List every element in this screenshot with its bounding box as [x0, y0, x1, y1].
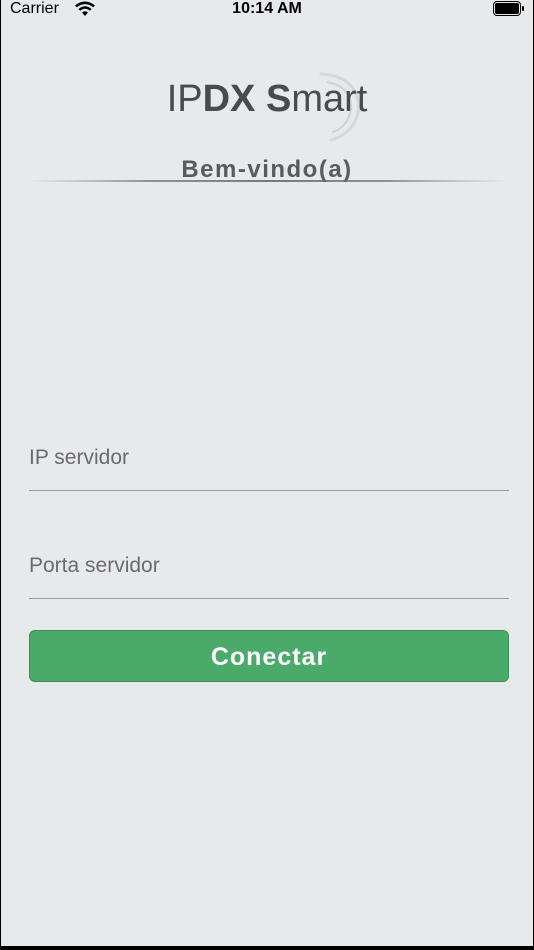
connect-button[interactable]: Conectar [29, 630, 509, 682]
logo-part-dx: DX [202, 78, 256, 120]
welcome-divider [29, 180, 507, 182]
logo-part-ip: IP [166, 78, 203, 120]
logo-wordmark: IPDX Smart [167, 78, 368, 120]
logo-part-s: S [265, 78, 292, 120]
clock: 10:14 AM [232, 0, 302, 17]
status-bar: Carrier 10:14 AM [1, 0, 533, 20]
battery-icon [493, 1, 525, 16]
port-server-field [29, 550, 509, 599]
logo-part-space [255, 78, 266, 120]
app-screen: Carrier 10:14 AM IPDX Smart Bem-vindo(a) [1, 0, 533, 946]
ip-server-field [29, 442, 509, 491]
port-server-input[interactable] [29, 554, 509, 578]
ip-server-input[interactable] [29, 446, 509, 470]
app-logo: IPDX Smart [1, 72, 533, 142]
logo-part-mart: mart [291, 78, 368, 120]
